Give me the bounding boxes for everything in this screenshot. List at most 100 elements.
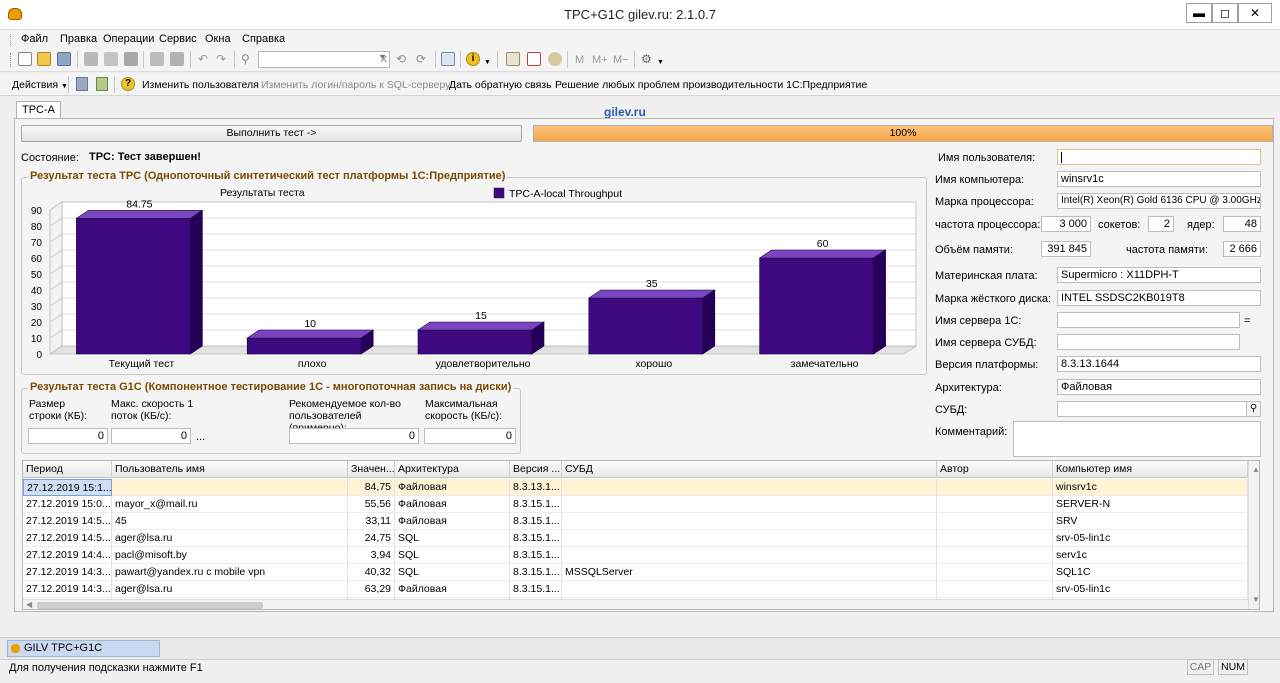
table-cell: SQL [395, 547, 510, 564]
table-cell: 3,94 [348, 547, 395, 564]
scroll-down-icon[interactable]: ▼ [1252, 595, 1259, 604]
memory-minus-icon[interactable]: M− [613, 54, 629, 66]
motherboard-field[interactable]: Supermicro : X11DPH-T [1057, 267, 1261, 283]
column-header[interactable]: Компьютер имя [1053, 461, 1248, 478]
search-combo[interactable]: ▼ [258, 51, 390, 68]
chevron-down-icon[interactable]: ▼ [484, 59, 491, 66]
dbms-field[interactable] [1057, 401, 1247, 417]
table-row[interactable]: 27.12.2019 14:5... 45 33,11 Файловая 8.3.15.… [23, 513, 1248, 530]
table-row[interactable]: 27.12.2019 15:1... 84,75 Файловая 8.3.13.1.… [23, 479, 1248, 496]
menu-file[interactable]: Файл [21, 33, 48, 45]
menu-service[interactable]: Сервис [159, 33, 197, 45]
change-user-button[interactable]: Изменить пользователя [142, 79, 259, 91]
column-header[interactable]: Автор [937, 461, 1053, 478]
undo-icon[interactable]: ↶ [198, 52, 208, 66]
copy-icon[interactable] [104, 52, 118, 66]
redo-icon[interactable]: ↷ [216, 52, 226, 66]
table-cell [112, 479, 348, 496]
users-icon[interactable] [548, 52, 562, 66]
table-row[interactable]: 27.12.2019 15:0... mayor_x@mail.ru 55,56 Фа… [23, 496, 1248, 513]
cpu-frequency-field[interactable]: 3 000 [1041, 216, 1091, 232]
maximize-button[interactable]: ◻ [1212, 3, 1238, 23]
run-test-button[interactable]: Выполнить тест -> [21, 125, 522, 142]
calculator-icon[interactable] [506, 52, 520, 66]
more-button[interactable]: ... [196, 431, 205, 443]
save-icon[interactable] [57, 52, 71, 66]
sockets-field[interactable]: 2 [1148, 216, 1174, 232]
find-icon[interactable]: ⚲ [241, 52, 250, 66]
computer-name-field[interactable]: winsrv1c [1057, 171, 1261, 187]
server-1c-field[interactable] [1057, 312, 1240, 328]
close-button[interactable]: ✕ [1238, 3, 1272, 23]
menu-edit[interactable]: Правка [60, 33, 97, 45]
column-header[interactable]: Версия ... [510, 461, 562, 478]
bar-top [758, 249, 887, 259]
memory-plus-icon[interactable]: M+ [592, 54, 608, 66]
horizontal-scrollbar[interactable]: ◀ [23, 599, 1248, 609]
table-row[interactable]: 27.12.2019 14:3... pawart@yandex.ru c mob… [23, 564, 1248, 581]
g1c-group-title: Результат теста G1C (Компонентное тестир… [28, 381, 514, 393]
info-icon[interactable]: i [466, 52, 480, 66]
preview-icon[interactable] [170, 52, 184, 66]
clear-icon[interactable]: ✕ [379, 53, 388, 66]
scroll-thumb[interactable] [37, 602, 263, 609]
calendar-icon[interactable] [527, 52, 541, 66]
site-link[interactable]: gilev.ru [604, 105, 646, 119]
table-cell: 8.3.13.1... [510, 479, 562, 496]
user-name-input[interactable] [1057, 149, 1261, 165]
cut-icon[interactable] [84, 52, 98, 66]
max-speed-field[interactable]: 0 [424, 428, 516, 444]
export-icon[interactable] [96, 77, 108, 91]
column-header[interactable]: Период [23, 461, 112, 478]
column-header[interactable]: СУБД [562, 461, 937, 478]
table-row[interactable]: 27.12.2019 14:4... pacl@misoft.by 3,94 SQL 8… [23, 547, 1248, 564]
solve-problems-button[interactable]: Решение любых проблем производительности… [555, 79, 867, 91]
comment-textarea[interactable] [1013, 421, 1261, 457]
minimize-button[interactable]: ▬ [1186, 3, 1212, 23]
print-icon[interactable] [150, 52, 164, 66]
tpc-chart: Результаты теста TPC-A-local Throughput 0 1… [31, 187, 917, 370]
column-header[interactable]: Значен... [348, 461, 395, 478]
table-row[interactable]: 27.12.2019 14:3... ager@lsa.ru 63,29 Файлов… [23, 581, 1248, 598]
tab-tpc-a[interactable]: TPC-A [16, 101, 61, 119]
feedback-button[interactable]: Дать обратную связь [449, 79, 552, 91]
window-tab-gilv[interactable]: GILV TPC+G1C [7, 640, 160, 657]
dbms-server-field[interactable] [1057, 334, 1240, 350]
cores-field[interactable]: 48 [1223, 216, 1261, 232]
table-row[interactable]: 27.12.2019 14:5... ager@lsa.ru 24,75 SQL 8.3… [23, 530, 1248, 547]
vertical-scrollbar[interactable]: ▲ ▼ [1248, 461, 1259, 609]
recommended-users-field[interactable]: 0 [289, 428, 419, 444]
settings-icon[interactable]: ⚙ [641, 52, 652, 66]
change-login-button[interactable]: Изменить логин/пароль к SQL-серверу [261, 79, 450, 91]
column-header[interactable]: Пользователь имя [112, 461, 348, 478]
platform-version-field[interactable]: 8.3.13.1644 [1057, 356, 1261, 372]
actions-menu[interactable]: Действия ▼ [12, 79, 68, 91]
disk-model-field[interactable]: INTEL SSDSC2KB019T8 [1057, 290, 1261, 306]
search-back-icon[interactable]: ⟲ [396, 52, 406, 66]
menu-help[interactable]: Справка [242, 33, 285, 45]
window-icon[interactable] [441, 52, 455, 66]
memory-frequency-field[interactable]: 2 666 [1223, 241, 1261, 257]
table-cell [937, 530, 1053, 547]
memory-field[interactable]: 391 845 [1041, 241, 1091, 257]
column-header[interactable]: Архитектура [395, 461, 510, 478]
cpu-model-field[interactable]: Intel(R) Xeon(R) Gold 6136 CPU @ 3.00GHz [1057, 193, 1261, 209]
table-cell: serv1c [1053, 547, 1248, 564]
help-icon[interactable]: ? [121, 77, 135, 91]
paste-icon[interactable] [124, 52, 138, 66]
document-icon[interactable] [76, 77, 88, 91]
chevron-down-icon[interactable]: ▼ [657, 59, 664, 66]
new-icon[interactable] [18, 52, 32, 66]
search-forward-icon[interactable]: ⟳ [416, 52, 426, 66]
memory-m-icon[interactable]: M [575, 54, 584, 66]
max-speed-one-thread-field[interactable]: 0 [111, 428, 191, 444]
architecture-field[interactable]: Файловая [1057, 379, 1261, 395]
row-size-field[interactable]: 0 [28, 428, 108, 444]
scroll-left-icon[interactable]: ◀ [26, 600, 32, 609]
menu-windows[interactable]: Окна [205, 33, 231, 45]
open-icon[interactable] [37, 52, 51, 66]
search-icon[interactable]: ⚲ [1246, 401, 1261, 417]
scroll-up-icon[interactable]: ▲ [1252, 465, 1259, 474]
results-table: Период Пользователь имя Значен... Архите… [22, 460, 1260, 610]
menu-operations[interactable]: Операции [103, 33, 154, 45]
